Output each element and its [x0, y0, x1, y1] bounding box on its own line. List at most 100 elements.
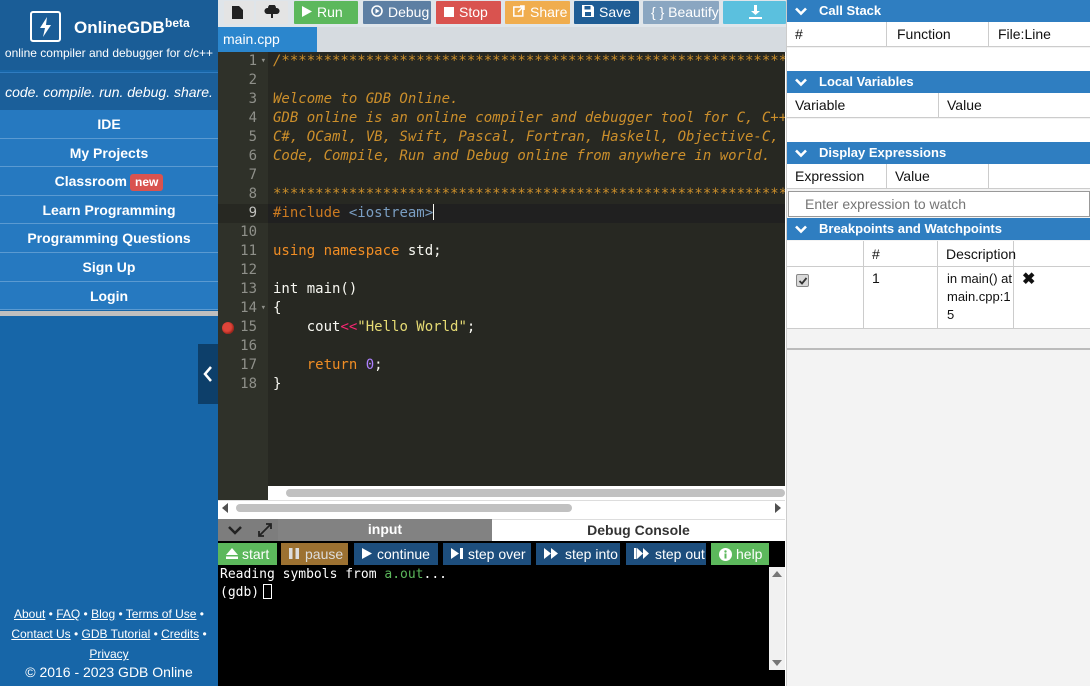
line-number[interactable]: 1 ▾: [218, 52, 268, 71]
footer-link-tutorial[interactable]: GDB Tutorial: [82, 627, 151, 641]
line-number[interactable]: 10: [218, 223, 268, 242]
upload-button[interactable]: [256, 1, 288, 24]
sidebar-item-ide[interactable]: IDE: [0, 110, 218, 139]
footer-link-faq[interactable]: FAQ: [56, 607, 80, 621]
editor-inner-scrollbar[interactable]: [268, 486, 785, 500]
breakpoint-enable-cell: [787, 267, 864, 329]
scroll-up-icon[interactable]: [772, 571, 782, 577]
console-scrollbar[interactable]: [769, 567, 785, 670]
debug-step-over-button[interactable]: step over: [443, 543, 531, 565]
tab-input[interactable]: input: [278, 519, 492, 541]
brand-header[interactable]: OnlineGDB beta online compiler and debug…: [0, 0, 218, 70]
line-number[interactable]: 7: [218, 166, 268, 185]
debug-help-button[interactable]: help: [711, 543, 769, 565]
footer-link-contact[interactable]: Contact Us: [11, 627, 70, 641]
debug-toolbar: start pause continue step over step into…: [218, 541, 785, 567]
local-variables-header[interactable]: Local Variables: [787, 71, 1090, 93]
debug-step-into-button[interactable]: step into: [536, 543, 620, 565]
line-number[interactable]: 18: [218, 375, 268, 394]
line-number[interactable]: 14 ▾: [218, 299, 268, 318]
text-cursor: [433, 204, 435, 220]
footer-link-about[interactable]: About: [14, 607, 45, 621]
breakpoint-icon[interactable]: [222, 322, 234, 334]
line-number[interactable]: 5: [218, 128, 268, 147]
line-number[interactable]: 17: [218, 356, 268, 375]
debug-console-output[interactable]: Reading symbols from a.out... (gdb): [218, 567, 785, 686]
breakpoints-table: # Description 1 in main() at main.cpp:15…: [787, 241, 1090, 329]
footer-link-credits[interactable]: Credits: [161, 627, 199, 641]
line-number[interactable]: 11: [218, 242, 268, 261]
breakpoints-header[interactable]: Breakpoints and Watchpoints: [787, 218, 1090, 240]
sidebar-item-sign-up[interactable]: Sign Up: [0, 252, 218, 282]
debug-side-panel: Call Stack # Function File:Line Local Va…: [786, 0, 1090, 686]
chevron-down-icon[interactable]: [228, 525, 242, 535]
sidebar-item-my-projects[interactable]: My Projects: [0, 138, 218, 168]
debug-step-out-button[interactable]: step out: [626, 543, 706, 565]
stop-icon: [444, 7, 454, 17]
save-button[interactable]: Save: [574, 1, 639, 24]
footer-link-privacy[interactable]: Privacy: [89, 647, 128, 661]
line-number-label: 13: [240, 281, 257, 297]
line-number[interactable]: 6: [218, 147, 268, 166]
fold-toggle-icon[interactable]: ▾: [261, 299, 266, 318]
line-number[interactable]: 16: [218, 337, 268, 356]
run-button[interactable]: Run: [294, 1, 358, 24]
line-number-label: 5: [248, 129, 257, 145]
sidebar-item-learn-programming[interactable]: Learn Programming: [0, 195, 218, 225]
stop-button[interactable]: Stop: [436, 1, 501, 24]
file-tab-main-cpp[interactable]: main.cpp: [218, 27, 317, 52]
line-number-gutter[interactable]: 1 ▾ 2 3 4 5 6 7 8 9 10 11 12 13 14 ▾ 15 16 17 18: [218, 52, 268, 500]
close-icon[interactable]: ✖: [1022, 269, 1035, 289]
sidebar-item-label: Classroom: [54, 173, 127, 190]
sidebar-item-login[interactable]: Login: [0, 281, 218, 311]
line-number[interactable]: 8: [218, 185, 268, 204]
line-number[interactable]: 13: [218, 280, 268, 299]
debug-button[interactable]: Debug: [363, 1, 431, 24]
debug-start-button[interactable]: start: [218, 543, 277, 565]
display-expressions-header[interactable]: Display Expressions: [787, 142, 1090, 164]
scrollbar-thumb[interactable]: [236, 504, 572, 512]
debug-continue-button[interactable]: continue: [354, 543, 438, 565]
continue-label: continue: [377, 546, 430, 562]
app-root: OnlineGDB beta online compiler and debug…: [0, 0, 1090, 686]
footer-link-terms[interactable]: Terms of Use: [126, 607, 197, 621]
sidebar-item-classroom[interactable]: Classroom new: [0, 167, 218, 196]
line-number[interactable]: 9: [218, 204, 268, 223]
column-header-empty: [989, 164, 1090, 189]
expand-icon[interactable]: [258, 523, 272, 537]
call-stack-header[interactable]: Call Stack: [787, 0, 1090, 22]
breakpoint-enabled-checkbox[interactable]: [796, 274, 809, 287]
call-stack-body: [787, 48, 1090, 71]
scrollbar-thumb[interactable]: [286, 489, 785, 497]
footer-link-blog[interactable]: Blog: [91, 607, 115, 621]
line-number[interactable]: 4: [218, 109, 268, 128]
chevron-down-icon: [795, 7, 807, 16]
line-number[interactable]: 3: [218, 90, 268, 109]
share-button[interactable]: Share: [505, 1, 570, 24]
collapse-sidebar-button[interactable]: [198, 344, 218, 404]
run-label: Run: [317, 4, 343, 20]
scroll-left-icon[interactable]: [222, 503, 228, 513]
line-number[interactable]: 15: [218, 318, 268, 337]
line-number-label: 14: [240, 300, 257, 316]
column-header: Value: [947, 97, 982, 113]
bolt-logo-icon: [30, 11, 61, 42]
console-prompt-line: (gdb): [220, 584, 273, 600]
download-button[interactable]: [723, 1, 786, 24]
line-number[interactable]: 2: [218, 71, 268, 90]
sidebar-item-programming-questions[interactable]: Programming Questions: [0, 224, 218, 253]
editor-horizontal-scrollbar[interactable]: [218, 500, 785, 515]
code-editor[interactable]: 1 ▾ 2 3 4 5 6 7 8 9 10 11 12 13 14 ▾ 15 16 17 18 /*********…: [218, 52, 785, 500]
beautify-button[interactable]: { } Beautify: [643, 1, 719, 24]
new-file-button[interactable]: [224, 1, 254, 24]
tab-debug-console[interactable]: Debug Console: [492, 519, 785, 541]
code-area[interactable]: /***************************************…: [268, 52, 785, 500]
scroll-right-icon[interactable]: [775, 503, 781, 513]
copyright: © 2016 - 2023 GDB Online: [25, 664, 193, 680]
scroll-down-icon[interactable]: [772, 660, 782, 666]
debug-pause-button[interactable]: pause: [281, 543, 348, 565]
fold-toggle-icon[interactable]: ▾: [261, 52, 266, 71]
line-number[interactable]: 12: [218, 261, 268, 280]
console-cursor: [263, 584, 273, 599]
watch-expression-input[interactable]: Enter expression to watch: [788, 191, 1090, 217]
